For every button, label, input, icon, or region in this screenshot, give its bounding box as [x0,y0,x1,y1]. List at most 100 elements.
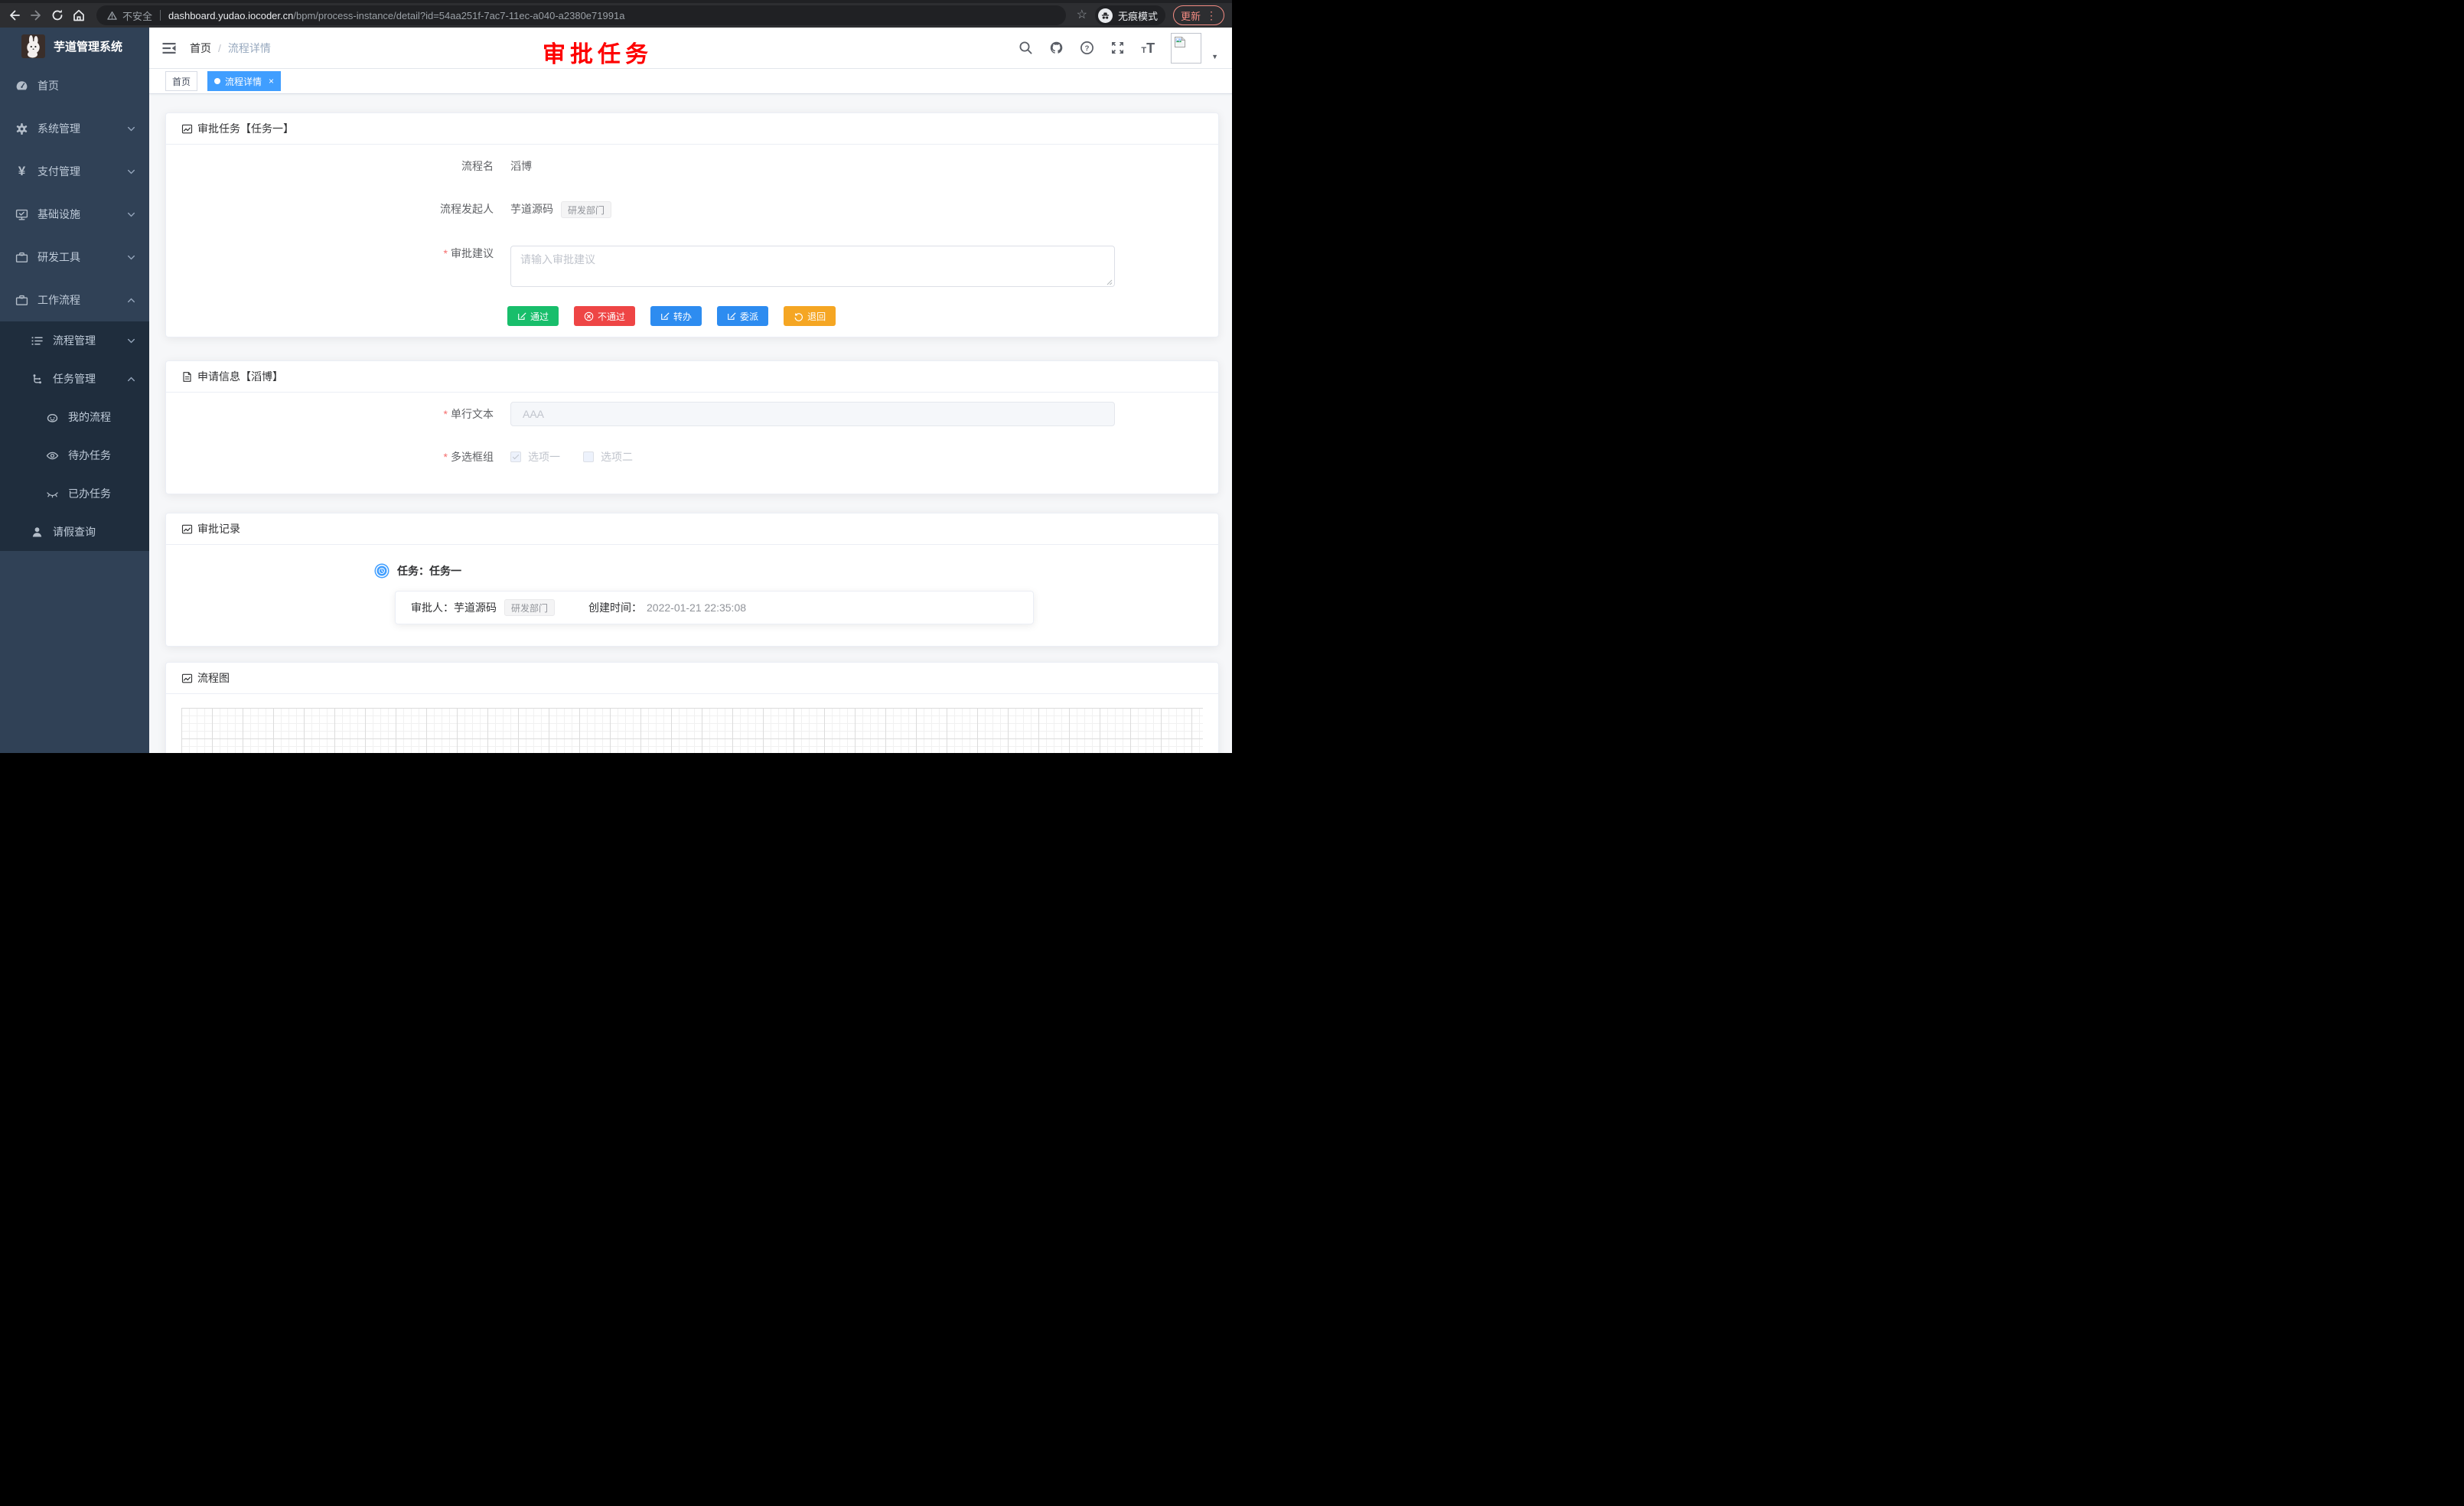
sidebar-item-task-mgmt[interactable]: 任务管理 [0,360,149,398]
fullscreen-icon[interactable] [1110,41,1125,55]
checkbox-checked-icon [510,451,521,462]
screenshot-root: 不安全 dashboard.yudao.iocoder.cn/bpm/proce… [0,0,1232,753]
face-icon [46,411,59,424]
edit-icon [517,311,526,321]
approve-button[interactable]: 通过 [507,306,559,326]
sidebar-item-process-mgmt[interactable]: 流程管理 [0,321,149,360]
picture-outline-icon [181,123,193,135]
document-icon [181,371,193,383]
forward-icon[interactable] [29,8,43,22]
single-text-input[interactable] [510,402,1115,426]
chevron-up-icon [127,375,135,383]
sidebar-item-label: 流程管理 [53,333,122,348]
tab-label: 首页 [172,75,191,88]
sidebar-item-my-process[interactable]: 我的流程 [0,398,149,436]
sidebar-item-leave-query[interactable]: 请假查询 [0,513,149,551]
avatar-caret-icon[interactable]: ▼ [1211,53,1218,60]
font-size-small-t: T [1141,47,1146,55]
update-button[interactable]: 更新 ⋮ [1173,5,1224,25]
checkbox-label: 选项一 [528,449,560,465]
sidebar-logo[interactable]: 芋道管理系统 [0,28,149,64]
reload-icon[interactable] [51,8,64,22]
breadcrumb-home[interactable]: 首页 [190,41,211,56]
sidebar-item-label: 任务管理 [53,371,122,386]
navbar-actions: ? TT ▼ [1019,33,1218,64]
card-title: 流程图 [197,670,230,686]
list-tree-icon [31,334,44,347]
user-icon [31,526,44,539]
active-dot [214,78,220,84]
update-label: 更新 [1181,8,1201,23]
sidebar-item-system[interactable]: 系统管理 [0,107,149,150]
collapse-sidebar-icon[interactable] [161,41,177,56]
security-label[interactable]: 不安全 [122,8,152,23]
sidebar-item-pay[interactable]: ¥ 支付管理 [0,150,149,193]
delegate-button[interactable]: 委派 [717,306,768,326]
suggest-textarea[interactable] [510,246,1115,287]
card-header: 申请信息【滔博】 [166,361,1218,393]
card-header: 审批任务【任务一】 [166,113,1218,145]
chevron-down-icon [127,253,135,262]
card-title: 审批任务【任务一】 [197,121,294,136]
checkbox-group: 选项一 选项二 [510,449,633,465]
browser-toolbar: 不安全 dashboard.yudao.iocoder.cn/bpm/proce… [0,0,1232,28]
approval-record-item: 审批人： 芋道源码 研发部门 创建时间： 2022-01-21 22:35:08 [395,591,1034,624]
help-icon[interactable]: ? [1080,41,1094,55]
checkbox-option-1[interactable]: 选项一 [510,449,560,465]
navbar: 首页 / 流程详情 ? [149,28,1232,69]
sidebar-item-infra[interactable]: 基础设施 [0,193,149,236]
return-button[interactable]: 退回 [784,306,836,326]
toolbox-icon [15,251,28,264]
dept-tag: 研发部门 [561,201,611,218]
github-icon[interactable] [1049,41,1064,55]
card-body: 流程名 滔博 流程发起人 芋道源码 研发部门 *审批建议 [166,145,1218,337]
checkbox-option-2[interactable]: 选项二 [583,449,633,465]
toolbox-icon [15,294,28,307]
breadcrumb: 首页 / 流程详情 [190,41,271,56]
flow-branch-icon [31,373,44,386]
required-asterisk: * [444,247,448,259]
chevron-down-icon [127,125,135,133]
incognito-label: 无痕模式 [1118,8,1158,23]
workflow-submenu: 流程管理 任务管理 我的流程 [0,321,149,551]
browser-menu-icon[interactable]: ⋮ [1206,10,1217,21]
sidebar-item-label: 系统管理 [37,121,122,136]
tab-process-detail[interactable]: 流程详情 × [207,71,281,91]
search-icon[interactable] [1019,41,1033,55]
sidebar-item-label: 待办任务 [68,448,135,463]
sidebar-item-workflow[interactable]: 工作流程 [0,279,149,321]
yen-icon: ¥ [15,164,28,179]
transfer-button[interactable]: 转办 [650,306,702,326]
sidebar-item-label: 首页 [37,78,135,93]
url-bar[interactable]: 不安全 dashboard.yudao.iocoder.cn/bpm/proce… [96,5,1066,25]
bpmn-canvas[interactable] [181,708,1203,753]
sidebar-item-todo-tasks[interactable]: 待办任务 [0,436,149,474]
sidebar-item-label: 工作流程 [37,292,122,308]
sidebar-item-done-tasks[interactable]: 已办任务 [0,474,149,513]
bookmark-star-icon[interactable]: ☆ [1077,9,1087,21]
sidebar-item-home[interactable]: 首页 [0,64,149,107]
sidebar-item-label: 支付管理 [37,164,122,179]
process-name-value: 滔博 [510,158,532,174]
card-header: 审批记录 [166,513,1218,545]
home-icon[interactable] [72,8,86,22]
sidebar-item-label: 已办任务 [68,486,135,501]
tab-home[interactable]: 首页 [165,71,197,91]
timeline-task-title: 任务：任务一 [397,563,461,579]
eye-open-icon [46,449,59,462]
initiator-label: 流程发起人 [166,201,510,217]
font-size-big-t: T [1146,41,1155,55]
reject-button[interactable]: 不通过 [574,306,635,326]
back-icon[interactable] [8,8,21,22]
page-content: 审批任务【任务一】 流程名 滔博 流程发起人 芋道源码 研发部门 [149,94,1232,753]
process-diagram-card: 流程图 [165,662,1219,753]
picture-outline-icon [181,673,193,684]
avatar[interactable] [1171,33,1201,64]
card-body: *单行文本 *多选框组 选项一 [166,393,1218,494]
sidebar-item-devtools[interactable]: 研发工具 [0,236,149,279]
sidebar-item-label: 请假查询 [53,524,135,539]
approver-label: 审批人： [411,600,454,615]
eye-closed-icon [46,487,59,500]
font-size-icon[interactable]: TT [1141,41,1155,55]
close-icon[interactable]: × [269,77,274,86]
